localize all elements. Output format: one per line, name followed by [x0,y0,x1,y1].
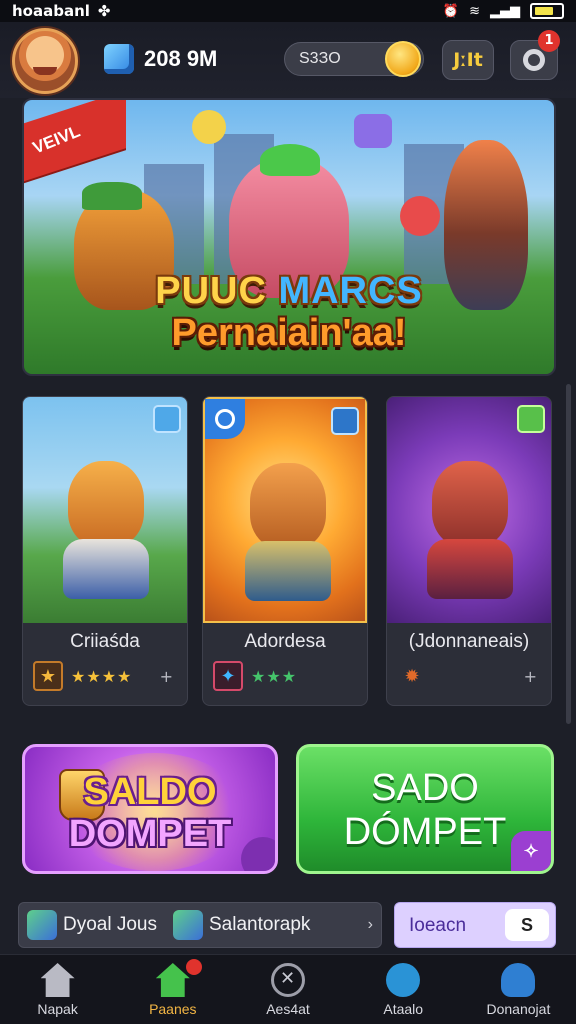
element-icon [331,407,359,435]
card-footer: ✦ ★★★ [213,661,359,691]
scrollbar[interactable] [566,384,571,724]
battery-icon [530,3,564,19]
alarm-icon: ⏰ [442,3,460,19]
sparkle-icon: ✦ [213,661,243,691]
notification-dot [186,959,202,975]
hero-banner[interactable]: VEIVL PUUC MARCS Pernaiain'aa! [22,98,556,376]
wallet-balance-promo-button[interactable]: SALDO DOMPET [22,744,278,874]
ticker-item: Dyoal Jous [63,914,157,935]
nav-label: Ataalo [383,1001,424,1017]
selected-badge-icon [205,399,245,439]
element-icon [153,405,181,433]
nav-chat[interactable]: Ataalo [346,955,461,1024]
card-footer: ★ ★★★★ + [33,661,179,691]
flying-creature [192,110,226,144]
wifi-icon: ≋ [469,3,480,19]
nav-label: Napak [37,1001,78,1017]
hero-subtitle: Pernaiain'aa! [171,312,407,354]
element-icon [517,405,545,433]
event-button[interactable]: JːIt [442,40,494,80]
card-name: (Jdonnaneais) [408,631,530,652]
flying-creature [400,196,440,236]
coin-amount: S3ЗO [299,50,341,67]
search-toggle[interactable]: S [505,909,549,941]
character-portrait [68,461,144,547]
character-card[interactable]: Criiaśda ★ ★★★★ + [22,396,188,706]
nav-label: Aes4at [266,1001,310,1017]
character-body [63,539,149,599]
top-header: 208 9M S3ЗO JːIt 1 [0,22,576,98]
gem-item [354,114,392,148]
character-card[interactable]: Adordesa ✦ ★★★ [202,396,368,706]
event-button-label: JːIt [453,49,483,71]
chat-icon [386,963,421,997]
hero-title-part2: MARCS [278,270,423,312]
nav-label: Paanes [149,1001,197,1017]
wallet-balance-button[interactable]: SADO DÓMPET ✧ [296,744,554,874]
corner-decoration [241,837,275,871]
chevron-right-icon[interactable]: › [368,916,373,934]
nav-battle[interactable]: Aes4at [230,955,345,1024]
rating-stars: ★★★ [251,666,298,686]
shop-icon [155,963,190,997]
card-art [203,397,367,623]
promo-left-line1: SALDO [83,771,217,813]
notification-badge: 1 [538,30,560,52]
coin-icon [385,41,421,77]
character-portrait [432,461,508,547]
gift-icon [173,910,203,940]
status-bar: hoaabanl ✤ ⏰ ≋ ▂▄▆ [0,0,576,22]
signal-icon: ▂▄▆ [490,3,520,19]
card-art [387,397,551,623]
character-body [427,539,513,599]
character-body [245,541,331,601]
nav-home[interactable]: Napak [0,955,115,1024]
card-footer: ✹ + [397,661,543,691]
add-icon[interactable]: + [160,667,173,686]
home-icon [40,963,75,997]
nav-profile[interactable]: Donanojat [461,955,576,1024]
avatar[interactable] [12,28,78,94]
bottom-nav: Napak Paanes Aes4at Ataalo Donanojat [0,954,576,1024]
status-icons: ⏰ ≋ ▂▄▆ [443,3,564,19]
hero-mohawk [260,144,320,176]
card-art [23,397,187,623]
card-name: Adordesa [244,631,326,652]
character-card[interactable]: (Jdonnaneais) ✹ + [386,396,552,706]
gem-count: 208 9M [144,46,218,71]
shield-star-icon: ★ [33,661,63,691]
hero-hat [82,182,142,210]
card-name: Criiaśda [70,631,140,652]
character-portrait [250,463,326,549]
add-icon[interactable]: + [524,667,537,686]
nav-shop[interactable]: Paanes [115,955,230,1024]
gem-icon [104,44,134,74]
promo-left-line2: DOMPET [68,813,232,855]
android-icon: ✤ [97,2,111,20]
profile-icon [501,963,536,997]
gift-icon [27,910,57,940]
hero-title-part1: PUUC [155,270,279,312]
sparkle-icon: ✧ [511,831,551,871]
nav-label: Donanojat [486,1001,551,1017]
carrier-label: hoaabanl [12,2,90,20]
battle-icon [271,963,305,997]
news-ticker[interactable]: Dyoal Jous Salantorapk › [18,902,382,948]
ticker-item: Salantorapk [209,914,311,935]
search-label: Ioeacn [409,915,467,936]
coin-balance[interactable]: S3ЗO [284,41,424,77]
fire-icon: ✹ [404,665,420,687]
search-button[interactable]: Ioeacn S [394,902,556,948]
hero-title: PUUC MARCS [24,270,554,313]
gear-icon [523,49,545,71]
promo-right-line1: SADO [371,767,479,809]
rating-stars: ★★★★ [71,666,133,686]
